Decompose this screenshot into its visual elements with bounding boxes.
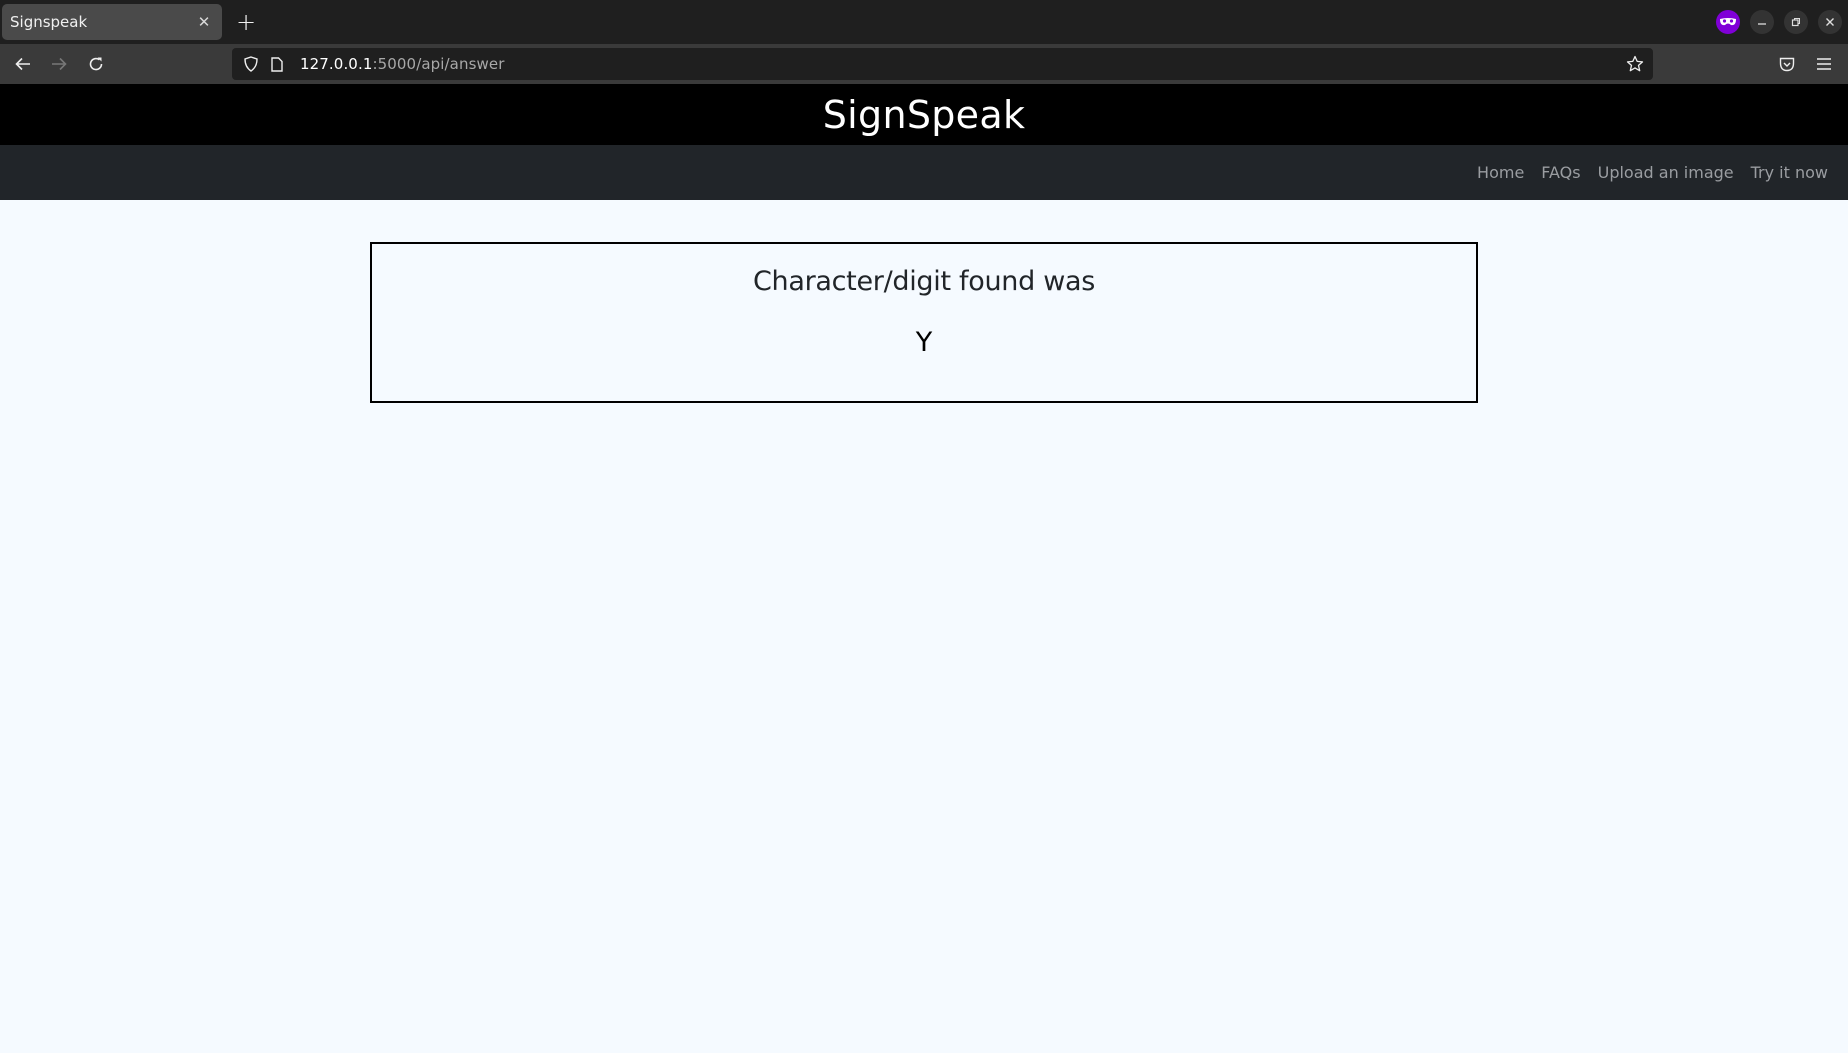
browser-tab[interactable]: Signspeak ✕ bbox=[2, 4, 222, 40]
site-header: SignSpeak bbox=[0, 84, 1848, 145]
site-navbar: Home FAQs Upload an image Try it now bbox=[0, 145, 1848, 200]
restore-icon[interactable] bbox=[1784, 10, 1808, 34]
close-icon[interactable]: ✕ bbox=[192, 10, 216, 34]
reload-icon[interactable] bbox=[81, 50, 111, 78]
nav-link-upload-an-image[interactable]: Upload an image bbox=[1598, 163, 1734, 182]
minimize-icon[interactable] bbox=[1750, 10, 1774, 34]
private-browsing-mask-icon bbox=[1716, 10, 1740, 34]
browser-toolbar: 127.0.0.1:5000/api/answer bbox=[0, 44, 1848, 84]
nav-link-try-it-now[interactable]: Try it now bbox=[1751, 163, 1828, 182]
url-text[interactable]: 127.0.0.1:5000/api/answer bbox=[300, 55, 504, 73]
site-title: SignSpeak bbox=[822, 92, 1026, 137]
arrow-left-icon[interactable] bbox=[8, 50, 38, 78]
pocket-icon[interactable] bbox=[1774, 51, 1800, 77]
browser-tab-strip: Signspeak ✕ + bbox=[0, 0, 1848, 44]
plus-icon[interactable]: + bbox=[232, 8, 260, 36]
page-icon[interactable] bbox=[264, 48, 290, 80]
arrow-right-icon[interactable] bbox=[44, 50, 74, 78]
answer-value: Y bbox=[915, 327, 933, 358]
hamburger-menu-icon[interactable] bbox=[1811, 51, 1837, 77]
window-close-icon[interactable] bbox=[1818, 10, 1842, 34]
nav-link-faqs[interactable]: FAQs bbox=[1541, 163, 1580, 182]
tab-title: Signspeak bbox=[10, 13, 88, 31]
address-bar[interactable]: 127.0.0.1:5000/api/answer bbox=[232, 48, 1653, 80]
nav-link-home[interactable]: Home bbox=[1477, 163, 1524, 182]
shield-icon[interactable] bbox=[238, 48, 264, 80]
star-icon[interactable] bbox=[1623, 52, 1647, 76]
answer-heading: Character/digit found was bbox=[752, 266, 1095, 297]
answer-card: Character/digit found was Y bbox=[370, 242, 1478, 403]
